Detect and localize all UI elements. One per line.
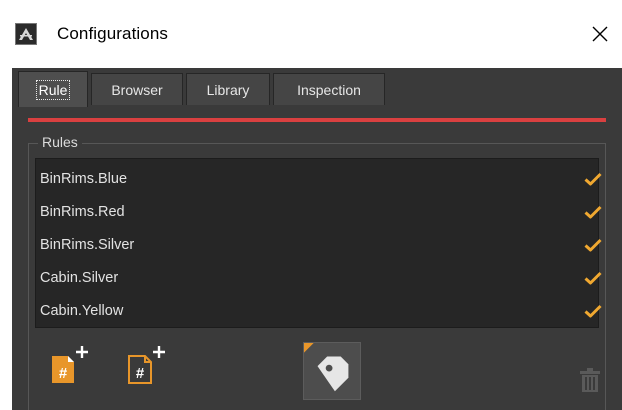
rule-name: BinRims.Red: [40, 203, 125, 220]
check-icon[interactable]: [584, 172, 602, 186]
list-item[interactable]: BinRims.Silver: [36, 228, 602, 261]
trash-icon: [580, 368, 600, 392]
accent-divider: [28, 118, 606, 122]
svg-text:#: #: [136, 365, 145, 382]
list-item[interactable]: Cabin.Silver: [36, 261, 602, 294]
add-rule-button[interactable]: #: [48, 343, 90, 385]
close-button[interactable]: [580, 14, 620, 54]
window-title: Configurations: [57, 24, 169, 43]
list-item[interactable]: BinRims.Blue: [36, 162, 602, 195]
check-icon[interactable]: [584, 205, 602, 219]
rules-group-label: Rules: [38, 134, 82, 150]
rule-name: Cabin.Silver: [40, 269, 119, 286]
tab-rule[interactable]: Rule: [18, 71, 88, 107]
check-icon[interactable]: [584, 304, 602, 318]
tab-browser-label: Browser: [111, 81, 163, 98]
tag-icon: [304, 343, 349, 392]
rule-name: BinRims.Silver: [40, 236, 135, 253]
tab-rule-label: Rule: [35, 79, 71, 100]
tab-inspection[interactable]: Inspection: [273, 73, 385, 105]
list-item[interactable]: BinRims.Red: [36, 195, 602, 228]
rule-name: BinRims.Blue: [40, 170, 128, 187]
rules-list[interactable]: BinRims.Blue BinRims.Red BinRims.Silver …: [35, 158, 602, 328]
tab-inspection-label: Inspection: [297, 81, 361, 98]
title-bar: Configurations: [0, 0, 622, 68]
tag-button[interactable]: [303, 342, 361, 400]
tab-bar: Rule Browser Library Inspection: [12, 68, 622, 108]
close-icon: [592, 26, 608, 42]
rule-name: Cabin.Yellow: [40, 302, 124, 319]
list-item[interactable]: Cabin.Yellow: [36, 294, 602, 327]
add-hash-document-icon: #: [52, 346, 88, 383]
configurations-panel: Rule Browser Library Inspection Rules Bi…: [12, 68, 622, 410]
svg-text:#: #: [59, 365, 68, 382]
add-rule-outline-button[interactable]: #: [125, 343, 167, 385]
tab-library-label: Library: [206, 81, 250, 98]
app-logo-icon: [15, 23, 37, 45]
delete-button[interactable]: [580, 368, 600, 392]
tab-browser[interactable]: Browser: [91, 73, 183, 105]
tab-library[interactable]: Library: [186, 73, 270, 105]
check-icon[interactable]: [584, 271, 602, 285]
add-hash-document-outline-icon: #: [128, 346, 165, 384]
check-icon[interactable]: [584, 238, 602, 252]
